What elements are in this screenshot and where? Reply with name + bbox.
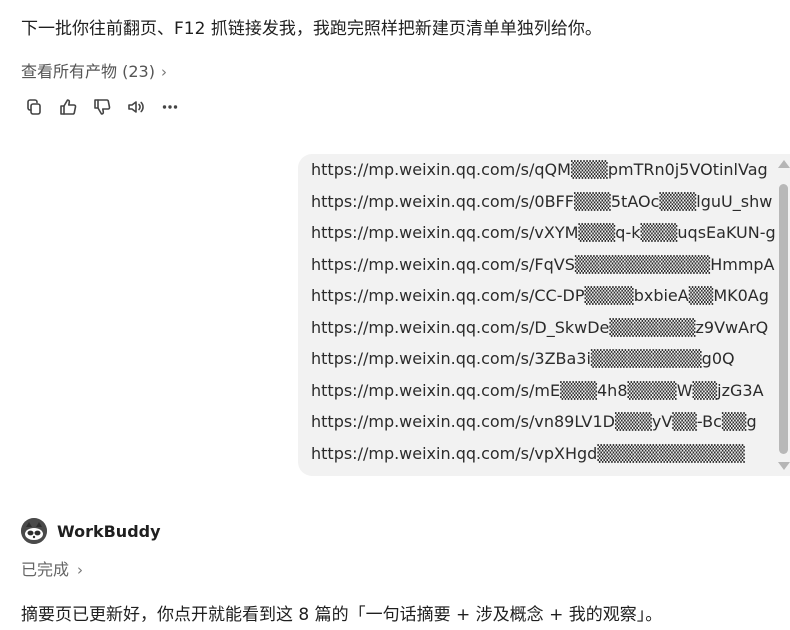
copy-icon <box>27 99 41 115</box>
message-action-bar <box>24 97 180 117</box>
bot-header: WorkBuddy <box>21 518 161 544</box>
chevron-right-icon: › <box>77 561 84 579</box>
like-button[interactable] <box>58 97 78 117</box>
link-item[interactable]: https://mp.weixin.qq.com/s/mE▒▒▒4h8▒▒▒▒W… <box>311 380 776 412</box>
link-list: https://mp.weixin.qq.com/s/qQM▒▒▒pmTRn0j… <box>311 159 776 474</box>
link-item[interactable]: https://mp.weixin.qq.com/s/3ZBa3i▒▒▒▒▒▒▒… <box>311 348 776 380</box>
scroll-up-icon[interactable] <box>778 160 790 168</box>
copy-button[interactable] <box>24 97 44 117</box>
bot-name: WorkBuddy <box>57 521 161 541</box>
chat-conversation: 下一批你往前翻页、F12 抓链接发我，我跑完照样把新建页清单单独列给你。 查看所… <box>0 0 790 630</box>
more-button[interactable] <box>160 97 180 117</box>
link-item[interactable]: https://mp.weixin.qq.com/s/vn89LV1D▒▒▒yV… <box>311 411 776 443</box>
task-status-link[interactable]: 已完成 › <box>21 559 83 581</box>
user-links-bubble: https://mp.weixin.qq.com/s/qQM▒▒▒pmTRn0j… <box>298 154 790 476</box>
bubble-scrollbar[interactable] <box>776 154 790 476</box>
thumbs-up-icon <box>60 99 77 115</box>
bot-reply-text: 摘要页已更新好，你点开就能看到这 8 篇的「一句话摘要 + 涉及概念 + 我的观… <box>21 605 663 625</box>
view-all-artifacts-link[interactable]: 查看所有产物 (23) › <box>21 61 167 83</box>
link-item[interactable]: https://mp.weixin.qq.com/s/qQM▒▒▒pmTRn0j… <box>311 159 776 191</box>
chevron-right-icon: › <box>160 63 167 81</box>
raccoon-avatar-icon <box>21 518 47 544</box>
status-label: 已完成 <box>21 560 70 579</box>
speaker-icon <box>128 101 144 113</box>
read-aloud-button[interactable] <box>126 97 146 117</box>
link-item[interactable]: https://mp.weixin.qq.com/s/vXYM▒▒▒q-k▒▒▒… <box>311 222 776 254</box>
artifacts-label: 查看所有产物 (23) <box>21 62 155 81</box>
link-item[interactable]: https://mp.weixin.qq.com/s/vpXHgd▒▒▒▒▒▒▒… <box>311 443 776 475</box>
link-item[interactable]: https://mp.weixin.qq.com/s/CC-DP▒▒▒▒bxbi… <box>311 285 776 317</box>
scrollbar-thumb[interactable] <box>779 184 788 454</box>
link-item[interactable]: https://mp.weixin.qq.com/s/FqVS▒▒▒▒▒▒▒▒▒… <box>311 254 776 286</box>
thumbs-down-icon <box>94 99 111 115</box>
link-item[interactable]: https://mp.weixin.qq.com/s/0BFF▒▒▒5tAOc▒… <box>311 191 776 223</box>
dislike-button[interactable] <box>92 97 112 117</box>
scroll-down-icon[interactable] <box>778 462 790 470</box>
link-item[interactable]: https://mp.weixin.qq.com/s/D_SkwDe▒▒▒▒▒▒… <box>311 317 776 349</box>
more-icon <box>162 105 178 109</box>
assistant-message-text: 下一批你往前翻页、F12 抓链接发我，我跑完照样把新建页清单单独列给你。 <box>21 19 602 39</box>
